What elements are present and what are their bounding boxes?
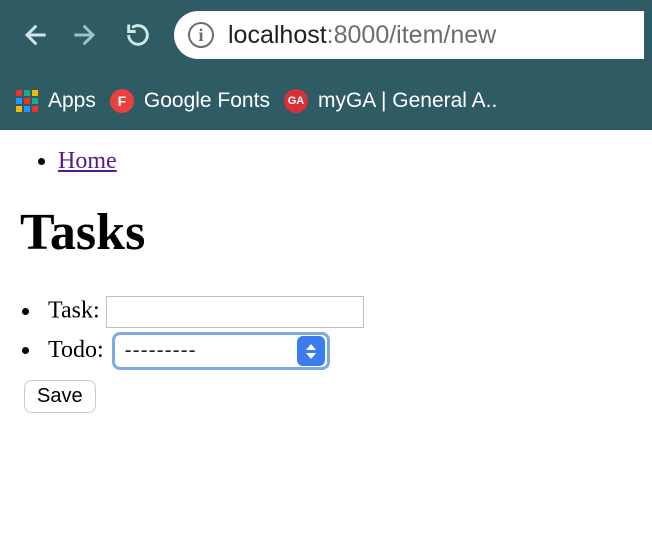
list-item: Home: [58, 148, 642, 175]
home-link[interactable]: Home: [58, 148, 117, 174]
bookmarks-bar: Apps F Google Fonts GA myGA | General A.…: [0, 70, 652, 130]
bookmark-myga[interactable]: GA myGA | General A..: [284, 89, 497, 113]
favicon-ga-icon: GA: [284, 89, 308, 113]
browser-chrome: i localhost:8000/item/new Apps F Google …: [0, 0, 652, 130]
site-info-icon[interactable]: i: [188, 22, 214, 48]
page-title: Tasks: [20, 203, 642, 262]
todo-label: Todo:: [48, 337, 104, 363]
reload-button[interactable]: [112, 9, 164, 61]
todo-field-row: Todo: ---------: [42, 332, 642, 370]
forward-button[interactable]: [60, 9, 112, 61]
todo-select[interactable]: ---------: [112, 332, 330, 370]
bookmark-label: Google Fonts: [144, 89, 270, 113]
address-bar[interactable]: i localhost:8000/item/new: [174, 11, 644, 59]
back-button[interactable]: [8, 9, 60, 61]
apps-icon: [16, 90, 38, 112]
todo-selected-value: ---------: [125, 339, 295, 363]
bookmark-apps[interactable]: Apps: [16, 89, 96, 113]
url-host: localhost: [228, 21, 327, 50]
bookmark-label: Apps: [48, 89, 96, 113]
task-input[interactable]: [106, 296, 364, 328]
save-button[interactable]: Save: [24, 380, 96, 413]
toolbar: i localhost:8000/item/new: [0, 0, 652, 70]
bookmark-label: myGA | General A..: [318, 89, 497, 113]
nav-list: Home: [10, 148, 642, 175]
form-list: Task: Todo: ---------: [10, 296, 642, 370]
chevron-up-down-icon: [297, 336, 325, 366]
task-field-row: Task:: [42, 296, 642, 328]
bookmark-google-fonts[interactable]: F Google Fonts: [110, 89, 270, 113]
page-content: Home Tasks Task: Todo: --------- Save: [0, 130, 652, 413]
favicon-f-icon: F: [110, 89, 134, 113]
url-path: :8000/item/new: [327, 21, 497, 50]
task-label: Task:: [48, 298, 100, 324]
